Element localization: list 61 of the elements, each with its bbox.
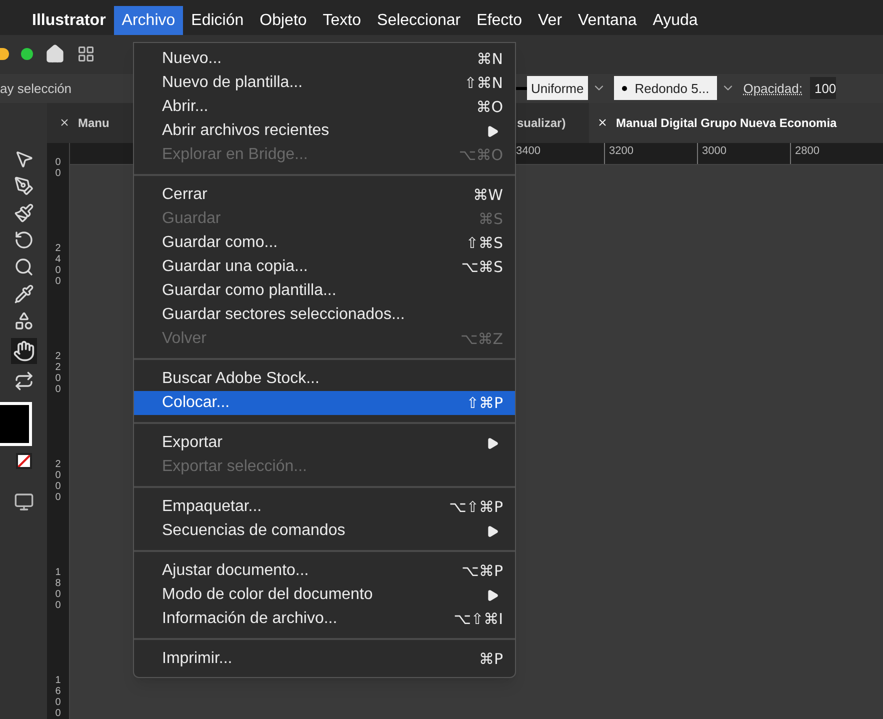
opacity-label: Opacidad:: [743, 80, 802, 98]
none-swatch-icon[interactable]: [16, 452, 32, 469]
menu-item[interactable]: Nuevo de plantilla... ⇧⌘N: [134, 71, 515, 95]
menu-item[interactable]: Abrir archivos recientes: [134, 119, 515, 143]
menu-item[interactable]: Guardar una copia... ⌥⌘S: [134, 255, 515, 279]
eyedropper-icon[interactable]: [14, 284, 34, 304]
menu-item[interactable]: Exportar: [134, 431, 515, 455]
menu-bar-item[interactable]: Efecto: [468, 6, 530, 36]
menu-item[interactable]: Ajustar documento... ⌥⌘P: [134, 559, 515, 583]
selection-status: ay selección: [0, 80, 73, 98]
close-icon[interactable]: [59, 117, 70, 128]
menu-item[interactable]: Secuencias de comandos: [134, 519, 515, 543]
menu-bar-item[interactable]: Objeto: [252, 6, 315, 36]
menu-item[interactable]: Guardar como... ⇧⌘S: [134, 231, 515, 255]
ruler-label: 2800: [790, 142, 883, 164]
close-icon[interactable]: [597, 117, 608, 128]
document-tab[interactable]: Manual Digital Grupo Nueva Economia: [589, 102, 883, 143]
pen-icon[interactable]: [14, 176, 34, 196]
ruler-label: 1800: [54, 566, 62, 611]
brush-dropdown[interactable]: Redondo 5...: [614, 76, 718, 100]
menu-item[interactable]: Cerrar ⌘W: [134, 183, 515, 207]
opacity-field[interactable]: 100: [810, 77, 836, 100]
ruler-label: 3200: [604, 142, 697, 164]
window-button-icon[interactable]: [0, 48, 9, 60]
stroke-style-dropdown[interactable]: Uniforme: [527, 76, 588, 100]
menu-bar-item[interactable]: Illustrator: [24, 6, 114, 36]
screen-mode-icon[interactable]: [14, 492, 34, 512]
menu-item[interactable]: Nuevo... ⌘N: [134, 47, 515, 71]
menu-item[interactable]: Abrir... ⌘O: [134, 95, 515, 119]
fill-stroke-swatch-icon[interactable]: [0, 402, 32, 446]
menu-bar-item[interactable]: Ver: [530, 6, 570, 36]
menu-bar-item[interactable]: Seleccionar: [369, 6, 469, 36]
menu-bar-item[interactable]: Ayuda: [644, 6, 706, 36]
menu-item[interactable]: Buscar Adobe Stock...: [134, 367, 515, 391]
menu-item[interactable]: Guardar sectores seleccionados...: [134, 303, 515, 327]
ruler-label: 3000: [697, 142, 790, 164]
shapes-icon[interactable]: [14, 310, 34, 331]
brush-icon[interactable]: [14, 202, 34, 223]
pointer-icon[interactable]: [14, 148, 34, 169]
magnifier-icon[interactable]: [14, 256, 34, 277]
menu-item[interactable]: Guardar como plantilla...: [134, 279, 515, 303]
menu-item[interactable]: Colocar... ⇧⌘P: [134, 391, 515, 415]
ruler-label: 2200: [54, 350, 62, 395]
menu-bar-item[interactable]: Archivo: [114, 6, 184, 36]
ruler-label: 00: [54, 156, 62, 179]
swap-icon[interactable]: [14, 370, 34, 391]
ruler-label: 2000: [54, 458, 62, 503]
ruler-label: 2400: [54, 242, 62, 287]
rotate-icon[interactable]: [14, 230, 34, 250]
window-button-icon[interactable]: [21, 48, 33, 60]
menu-item[interactable]: Información de archivo... ⌥⇧⌘I: [134, 607, 515, 631]
menu-bar-item[interactable]: Edición: [183, 6, 252, 36]
menu-bar-item[interactable]: Ventana: [570, 6, 645, 36]
hand-icon[interactable]: [10, 338, 36, 364]
ruler-label: 1600: [54, 674, 62, 719]
menu-item[interactable]: Imprimir... ⌘P: [134, 647, 515, 671]
menu-item[interactable]: Modo de color del documento: [134, 583, 515, 607]
workspace-icon[interactable]: [77, 45, 95, 64]
home-icon[interactable]: [45, 44, 65, 64]
menu-bar-item[interactable]: Texto: [314, 6, 370, 36]
menu-item[interactable]: Empaquetar... ⌥⇧⌘P: [134, 495, 515, 519]
